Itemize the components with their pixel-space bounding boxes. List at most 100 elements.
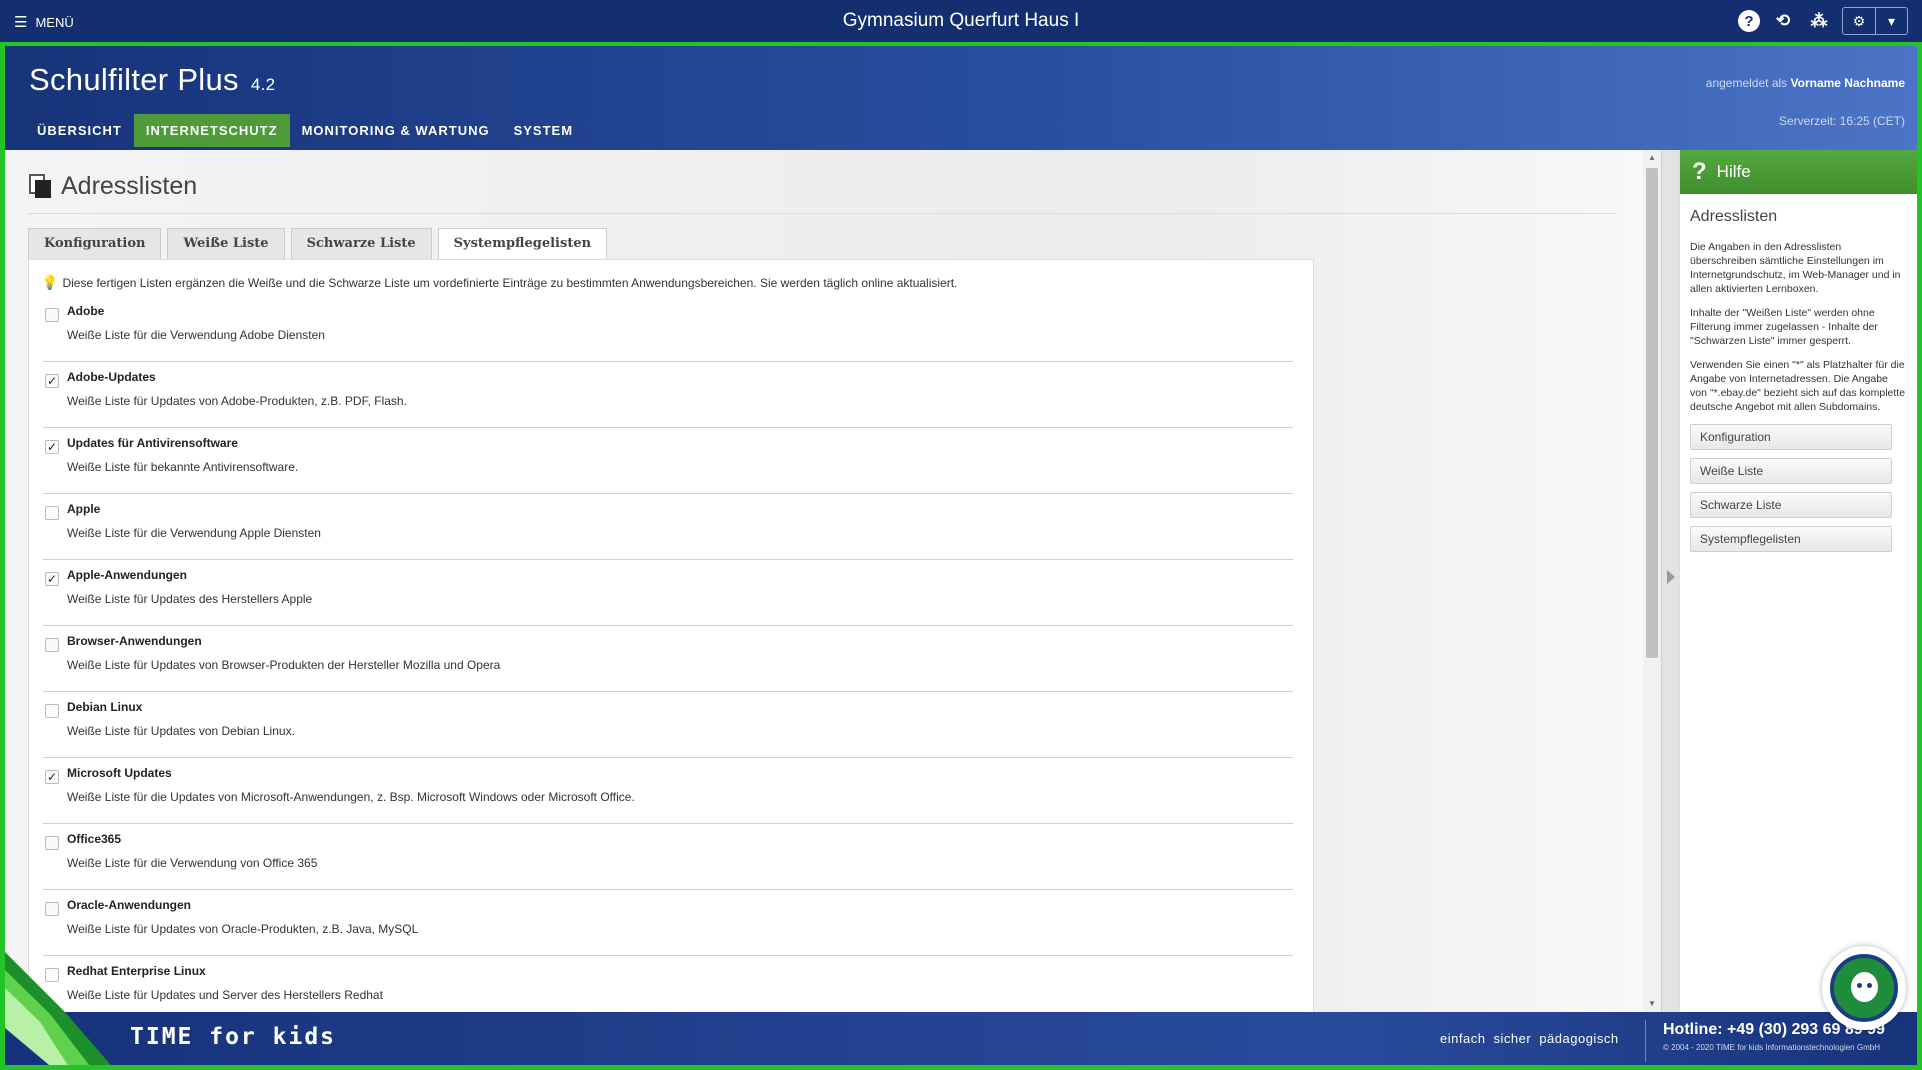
gear-icon[interactable]: ⚙ xyxy=(1843,8,1875,34)
list-item: Office365 Weiße Liste für die Verwendung… xyxy=(43,824,1293,890)
support-avatar-icon xyxy=(1830,954,1898,1022)
list-item: ✓ Apple-Anwendungen Weiße Liste für Upda… xyxy=(43,560,1293,626)
tab-systempflegelisten[interactable]: Systempflegelisten xyxy=(437,228,608,260)
list-item: Adobe Weiße Liste für die Verwendung Ado… xyxy=(43,296,1293,362)
tab-weisse-liste[interactable]: Weiße Liste xyxy=(167,228,285,259)
footer-copyright: © 2004 - 2020 TIME for kids Informations… xyxy=(1663,1043,1880,1052)
help-link-konfiguration[interactable]: Konfiguration xyxy=(1690,424,1892,450)
tab-schwarze-liste[interactable]: Schwarze Liste xyxy=(290,228,432,259)
caret-down-icon[interactable]: ▾ xyxy=(1875,8,1907,34)
history-icon[interactable]: ⟲ xyxy=(1770,8,1796,34)
nav-internetschutz[interactable]: INTERNETSCHUTZ xyxy=(133,114,290,147)
app-brand: Schulfilter Plus 4.2 xyxy=(29,62,275,98)
list-item: Redhat Enterprise Linux Weiße Liste für … xyxy=(43,956,1293,1012)
tab-panel: 💡 Diese fertigen Listen ergänzen die Wei… xyxy=(28,259,1314,1012)
list-item: Debian Linux Weiße Liste für Updates von… xyxy=(43,692,1293,758)
nav-system[interactable]: SYSTEM xyxy=(502,114,585,147)
app-footer: TIME for kids einfach sicher pädagogisch… xyxy=(5,952,1917,1065)
list-item: ✓ Microsoft Updates Weiße Liste für die … xyxy=(43,758,1293,824)
page-title: Adresslisten xyxy=(61,172,198,200)
help-link-systempflegelisten[interactable]: Systempflegelisten xyxy=(1690,526,1892,552)
sidebar-collapse-handle[interactable] xyxy=(1661,150,1679,1012)
checkbox[interactable] xyxy=(45,506,59,520)
server-time: Serverzeit: 16:25 (CET) xyxy=(1778,114,1905,128)
help-link-schwarze-liste[interactable]: Schwarze Liste xyxy=(1690,492,1892,518)
item-name: Adobe xyxy=(67,304,105,318)
checkbox[interactable]: ✓ xyxy=(45,770,59,784)
item-description: Weiße Liste für Updates von Oracle-Produ… xyxy=(67,922,419,936)
help-sidebar: ? Hilfe Adresslisten Die Angaben in den … xyxy=(1679,150,1917,1012)
checkbox[interactable]: ✓ xyxy=(45,440,59,454)
page-header: Adresslisten xyxy=(27,172,1617,214)
item-description: Weiße Liste für die Updates von Microsof… xyxy=(67,790,635,804)
help-header-label: Hilfe xyxy=(1716,162,1751,181)
user-name[interactable]: Vorname Nachname xyxy=(1791,76,1906,90)
support-chat-button[interactable] xyxy=(1822,946,1906,1030)
content-scrollbar[interactable]: ▲ ▼ xyxy=(1643,150,1661,1012)
item-name: Oracle-Anwendungen xyxy=(67,898,192,912)
app-header: Schulfilter Plus 4.2 ÜBERSICHT INTERNETSC… xyxy=(5,46,1917,150)
app-frame: Schulfilter Plus 4.2 ÜBERSICHT INTERNETSC… xyxy=(0,42,1922,1070)
list-item: Apple Weiße Liste für die Verwendung App… xyxy=(43,494,1293,560)
list-item: Oracle-Anwendungen Weiße Liste für Updat… xyxy=(43,890,1293,956)
footer-tagline: einfach sicher pädagogisch xyxy=(1440,1031,1619,1046)
checkbox[interactable] xyxy=(45,836,59,850)
checkbox[interactable] xyxy=(45,638,59,652)
nav-monitoring-wartung[interactable]: MONITORING & WARTUNG xyxy=(290,114,502,147)
item-description: Weiße Liste für die Verwendung von Offic… xyxy=(67,856,318,870)
logged-in-info: angemeldet als Vorname Nachname xyxy=(1706,76,1905,90)
app-version: 4.2 xyxy=(250,75,276,94)
item-name: Debian Linux xyxy=(67,700,143,714)
help-icon[interactable]: ? xyxy=(1738,10,1760,32)
help-header: ? Hilfe xyxy=(1680,150,1917,194)
item-name: Office365 xyxy=(67,832,122,846)
item-name: Updates für Antivirensoftware xyxy=(67,436,238,450)
footer-divider xyxy=(1645,1020,1646,1062)
checkbox[interactable] xyxy=(45,902,59,916)
scroll-up-icon[interactable]: ▲ xyxy=(1643,150,1661,166)
window-title: Gymnasium Querfurt Haus I xyxy=(842,10,1080,31)
lightbulb-icon: 💡 xyxy=(41,274,59,290)
help-paragraph: Die Angaben in den Adresslisten überschr… xyxy=(1690,241,1901,295)
nav-uebersicht[interactable]: ÜBERSICHT xyxy=(25,114,134,147)
chevron-right-icon[interactable] xyxy=(1667,570,1675,584)
checkbox[interactable] xyxy=(45,704,59,718)
brand-swoosh-icon xyxy=(5,952,111,1065)
item-name: Microsoft Updates xyxy=(67,766,172,780)
item-name: Apple xyxy=(67,502,101,516)
top-bar: ☰ MENÜ Gymnasium Querfurt Haus I ? ⟲ ⁂ ⚙… xyxy=(0,0,1922,42)
item-description: Weiße Liste für bekannte Antivirensoftwa… xyxy=(67,460,299,474)
item-description: Weiße Liste für Updates von Debian Linux… xyxy=(67,724,295,738)
question-icon: ? xyxy=(1692,158,1707,185)
list-item: ✓ Updates für Antivirensoftware Weiße Li… xyxy=(43,428,1293,494)
scroll-down-icon[interactable]: ▼ xyxy=(1643,996,1661,1012)
item-description: Weiße Liste für Updates des Herstellers … xyxy=(67,592,313,606)
intro-text: 💡 Diese fertigen Listen ergänzen die Wei… xyxy=(41,274,957,291)
main-content: Adresslisten Konfiguration Weiße Liste S… xyxy=(5,150,1645,1012)
top-icons: ? ⟲ ⁂ ⚙ ▾ xyxy=(1738,7,1908,35)
help-title: Adresslisten xyxy=(1690,208,1778,225)
help-link-weisse-liste[interactable]: Weiße Liste xyxy=(1690,458,1892,484)
checkbox[interactable]: ✓ xyxy=(45,572,59,586)
help-paragraph: Verwenden Sie einen "*" als Platzhalter … xyxy=(1690,359,1906,413)
item-name: Browser-Anwendungen xyxy=(67,634,202,648)
list-document-icon xyxy=(29,174,51,198)
item-description: Weiße Liste für die Verwendung Apple Die… xyxy=(67,526,321,540)
help-paragraph: Inhalte der "Weißen Liste" werden ohne F… xyxy=(1690,307,1878,347)
item-description: Weiße Liste für Updates von Browser-Prod… xyxy=(67,658,501,672)
checkbox[interactable] xyxy=(45,308,59,322)
system-list: Adobe Weiße Liste für die Verwendung Ado… xyxy=(43,296,1293,1012)
item-name: Adobe-Updates xyxy=(67,370,156,384)
item-description: Weiße Liste für Updates von Adobe-Produk… xyxy=(67,394,407,408)
list-item: Browser-Anwendungen Weiße Liste für Upda… xyxy=(43,626,1293,692)
intro-label: Diese fertigen Listen ergänzen die Weiße… xyxy=(62,275,958,290)
tab-konfiguration[interactable]: Konfiguration xyxy=(28,228,162,259)
logged-in-prefix: angemeldet als xyxy=(1705,76,1788,90)
item-name: Apple-Anwendungen xyxy=(67,568,187,582)
tab-bar: Konfiguration Weiße Liste Schwarze Liste… xyxy=(28,228,608,260)
checkbox[interactable]: ✓ xyxy=(45,374,59,388)
settings-button-group: ⚙ ▾ xyxy=(1842,7,1908,35)
list-item: ✓ Adobe-Updates Weiße Liste für Updates … xyxy=(43,362,1293,428)
scrollbar-thumb[interactable] xyxy=(1646,168,1658,658)
network-icon[interactable]: ⁂ xyxy=(1806,8,1832,34)
